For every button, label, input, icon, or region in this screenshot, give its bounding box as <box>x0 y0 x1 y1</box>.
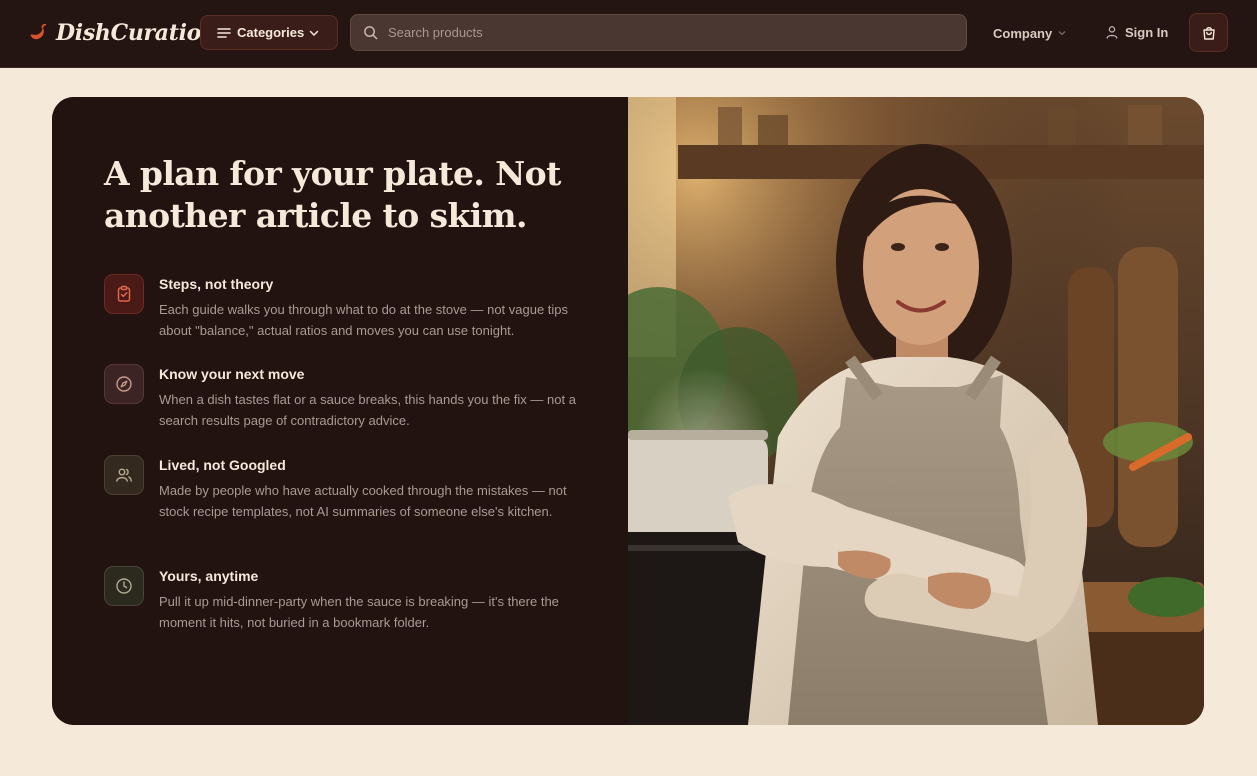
compass-icon <box>104 364 144 404</box>
hero-card: A plan for your plate. Not another artic… <box>52 97 1204 725</box>
hero-headline: A plan for your plate. Not another artic… <box>104 154 561 235</box>
brand-name: DishCuration <box>56 20 217 46</box>
feature-title: Know your next move <box>159 366 305 382</box>
hero-photo <box>628 97 1204 725</box>
clock-icon <box>104 566 144 606</box>
sign-in-label: Sign In <box>1125 24 1169 40</box>
shopping-bag-icon <box>1202 26 1215 40</box>
user-icon <box>1106 26 1118 39</box>
company-label: Company <box>993 25 1053 41</box>
search-bar <box>350 14 967 51</box>
chevron-down-icon <box>1059 31 1066 36</box>
feature-description: When a dish tastes flat or a sauce break… <box>159 392 576 428</box>
categories-button[interactable]: Categories <box>200 15 338 50</box>
chevron-down-icon <box>309 30 319 36</box>
top-navbar: DishCuration Categories Company Sign In <box>0 0 1257 68</box>
feature-description: Pull it up mid-dinner-party when the sau… <box>159 594 559 630</box>
chili-logo-icon <box>30 23 47 40</box>
cart-button[interactable] <box>1189 13 1228 52</box>
brand-logo[interactable]: DishCuration <box>26 18 217 48</box>
feature-title: Lived, not Googled <box>159 457 286 473</box>
feature-description: Made by people who have actually cooked … <box>159 483 567 519</box>
users-icon <box>104 455 144 495</box>
company-menu[interactable]: Company <box>993 24 1066 42</box>
search-icon <box>364 26 378 40</box>
hero-content: A plan for your plate. Not another artic… <box>52 97 628 725</box>
feature-title: Steps, not theory <box>159 276 274 292</box>
categories-label: Categories <box>237 25 305 40</box>
clipboard-check-icon <box>104 274 144 314</box>
feature-title: Yours, anytime <box>159 568 259 584</box>
sign-in-link[interactable]: Sign In <box>1105 23 1168 41</box>
menu-icon <box>217 27 231 38</box>
chef-portrait-illustration <box>628 97 1204 725</box>
search-input[interactable] <box>388 25 948 40</box>
feature-description: Each guide walks you through what to do … <box>159 302 569 338</box>
